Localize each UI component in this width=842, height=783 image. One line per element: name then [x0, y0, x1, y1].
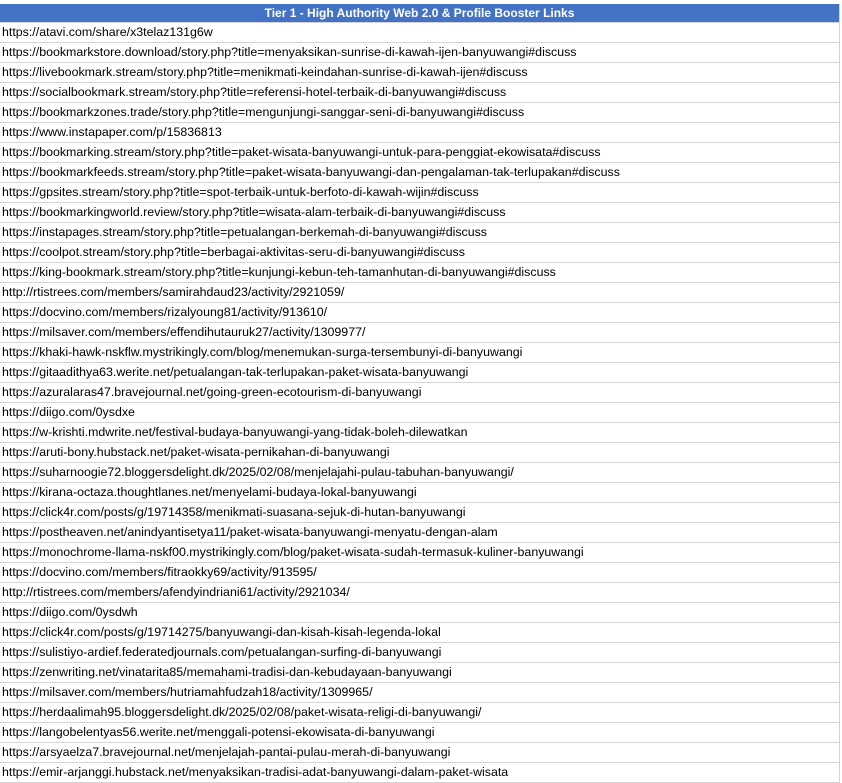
- link-cell[interactable]: https://instapages.stream/story.php?titl…: [0, 223, 839, 243]
- link-cell[interactable]: https://bookmarkstore.download/story.php…: [0, 43, 839, 63]
- link-cell[interactable]: https://bookmarkfeeds.stream/story.php?t…: [0, 163, 839, 183]
- link-cell[interactable]: https://docvino.com/members/rizalyoung81…: [0, 303, 839, 323]
- link-cell[interactable]: https://emir-arjanggi.hubstack.net/menya…: [0, 763, 839, 783]
- link-cell[interactable]: https://docvino.com/members/fitraokky69/…: [0, 563, 839, 583]
- link-cell[interactable]: https://atavi.com/share/x3telaz131g6w: [0, 23, 839, 43]
- link-cell[interactable]: https://azuralaras47.bravejournal.net/go…: [0, 383, 839, 403]
- link-cell[interactable]: https://bookmarkingworld.review/story.ph…: [0, 203, 839, 223]
- link-cell[interactable]: https://socialbookmark.stream/story.php?…: [0, 83, 839, 103]
- link-cell[interactable]: https://click4r.com/posts/g/19714275/ban…: [0, 623, 839, 643]
- link-list: https://atavi.com/share/x3telaz131g6w htt…: [0, 23, 839, 783]
- link-cell[interactable]: https://postheaven.net/anindyantisetya11…: [0, 523, 839, 543]
- link-cell[interactable]: https://langobelentyas56.werite.net/meng…: [0, 723, 839, 743]
- link-cell[interactable]: https://bookmarkzones.trade/story.php?ti…: [0, 103, 839, 123]
- link-cell[interactable]: http://rtistrees.com/members/samirahdaud…: [0, 283, 839, 303]
- link-cell[interactable]: https://suharnoogie72.bloggersdelight.dk…: [0, 463, 839, 483]
- link-cell[interactable]: https://w-krishti.mdwrite.net/festival-b…: [0, 423, 839, 443]
- link-cell[interactable]: https://gpsites.stream/story.php?title=s…: [0, 183, 839, 203]
- link-cell[interactable]: https://click4r.com/posts/g/19714358/men…: [0, 503, 839, 523]
- link-cell[interactable]: https://www.instapaper.com/p/15836813: [0, 123, 839, 143]
- link-cell[interactable]: https://diigo.com/0ysdxe: [0, 403, 839, 423]
- link-cell[interactable]: https://milsaver.com/members/effendihuta…: [0, 323, 839, 343]
- link-cell[interactable]: https://milsaver.com/members/hutriamahfu…: [0, 683, 839, 703]
- link-cell[interactable]: https://herdaalimah95.bloggersdelight.dk…: [0, 703, 839, 723]
- link-cell[interactable]: https://zenwriting.net/vinatarita85/mema…: [0, 663, 839, 683]
- link-cell[interactable]: http://rtistrees.com/members/afendyindri…: [0, 583, 839, 603]
- link-cell[interactable]: https://king-bookmark.stream/story.php?t…: [0, 263, 839, 283]
- link-cell[interactable]: https://sulistiyo-ardief.federatedjourna…: [0, 643, 839, 663]
- link-cell[interactable]: https://aruti-bony.hubstack.net/paket-wi…: [0, 443, 839, 463]
- link-cell[interactable]: https://livebookmark.stream/story.php?ti…: [0, 63, 839, 83]
- header-cell[interactable]: Tier 1 - High Authority Web 2.0 & Profil…: [0, 4, 839, 23]
- link-cell[interactable]: https://arsyaelza7.bravejournal.net/menj…: [0, 743, 839, 763]
- link-cell[interactable]: https://monochrome-llama-nskf00.mystriki…: [0, 543, 839, 563]
- spreadsheet-grid: Tier 1 - High Authority Web 2.0 & Profil…: [0, 4, 840, 783]
- link-cell[interactable]: https://gitaadithya63.werite.net/petuala…: [0, 363, 839, 383]
- link-cell[interactable]: https://khaki-hawk-nskflw.mystrikingly.c…: [0, 343, 839, 363]
- link-cell[interactable]: https://bookmarking.stream/story.php?tit…: [0, 143, 839, 163]
- link-cell[interactable]: https://kirana-octaza.thoughtlanes.net/m…: [0, 483, 839, 503]
- link-cell[interactable]: https://coolpot.stream/story.php?title=b…: [0, 243, 839, 263]
- link-cell[interactable]: https://diigo.com/0ysdwh: [0, 603, 839, 623]
